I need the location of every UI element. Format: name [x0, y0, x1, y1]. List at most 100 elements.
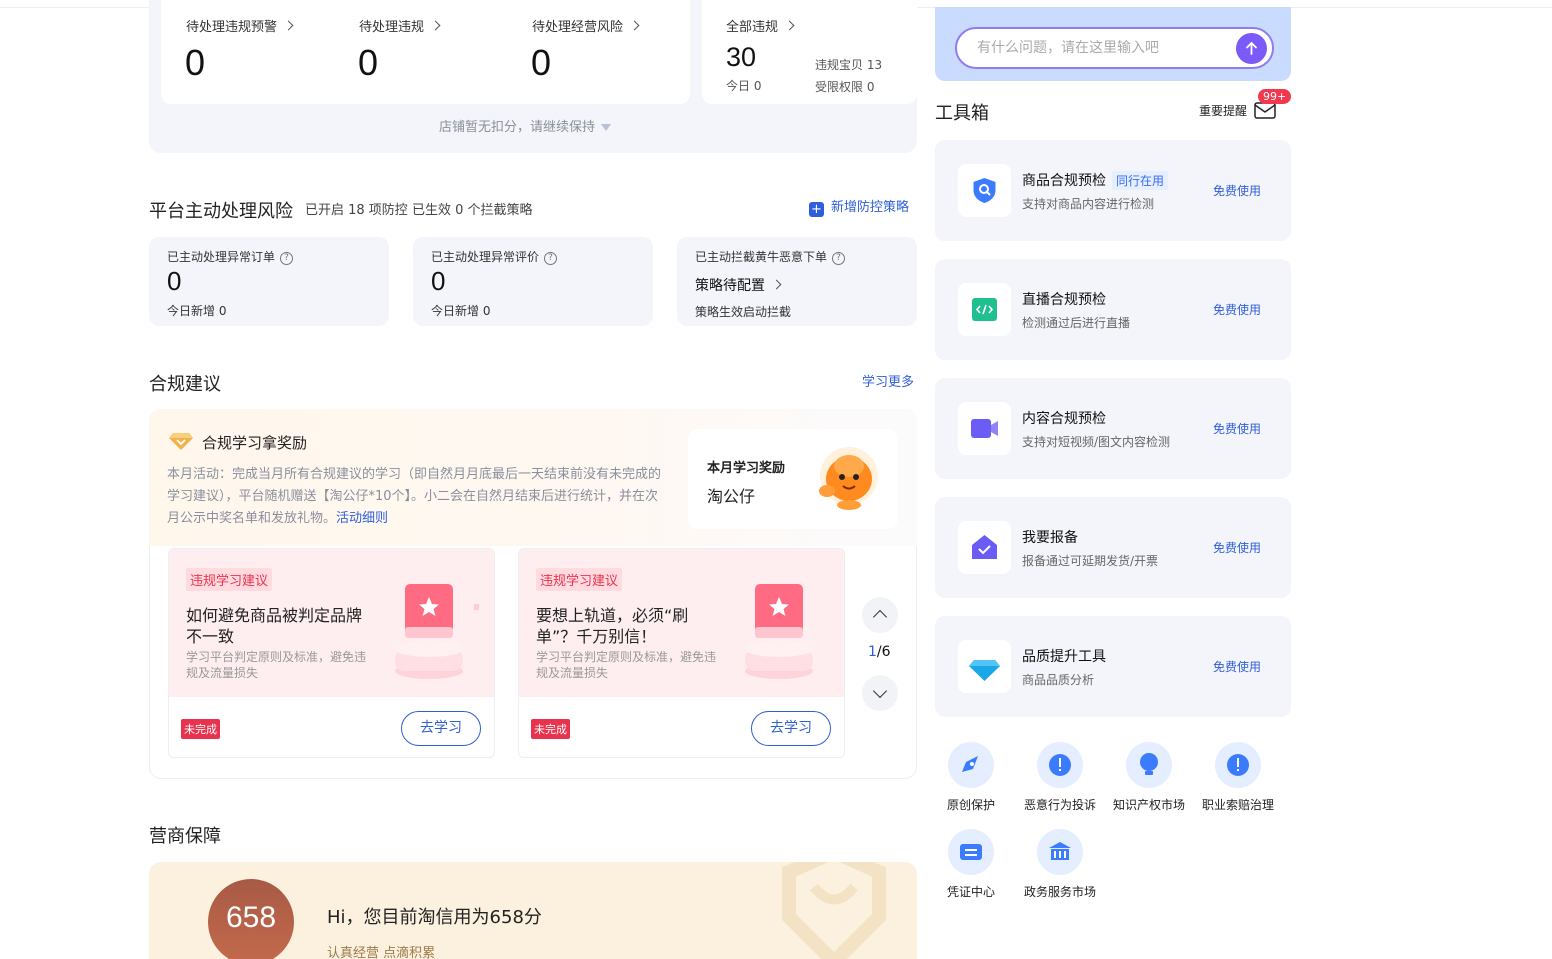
risk-card-scalpers-header: 已主动拦截黄牛恶意下单? — [695, 248, 846, 265]
activity-rules-link[interactable]: 活动细则 — [336, 511, 388, 526]
go-learn-button[interactable]: 去学习 — [401, 711, 481, 746]
book-icon — [744, 579, 834, 679]
caret-down-icon — [601, 124, 612, 131]
tool-live-check[interactable]: 直播合规预检 检测通过后进行直播 免费使用 — [935, 259, 1291, 360]
incomplete-badge: 未完成 — [531, 719, 570, 739]
help-icon[interactable]: ? — [832, 252, 846, 265]
credit-greeting: Hi，您目前淘信用为658分 — [327, 907, 542, 928]
quick-malicious-complaint[interactable]: 恶意行为投诉 — [1020, 742, 1100, 813]
free-use-link[interactable]: 免费使用 — [1213, 301, 1261, 318]
learning-card[interactable]: 违规学习建议 要想上轨道，必须“刷单”？千万别信！ 学习平台判定原则及标准，避免… — [518, 548, 845, 758]
diamond-icon — [169, 431, 193, 451]
assistant-input[interactable]: 有什么问题，请在这里输入吧 — [955, 27, 1274, 69]
help-icon[interactable]: ? — [280, 252, 294, 265]
free-use-link[interactable]: 免费使用 — [1213, 182, 1261, 199]
pending-violation-link[interactable]: 待处理违规 — [359, 16, 441, 35]
pending-risk-link[interactable]: 待处理经营风险 — [532, 16, 640, 35]
code-icon — [958, 283, 1011, 336]
pending-warning-link[interactable]: 待处理违规预警 — [186, 16, 294, 35]
tool-name: 品质提升工具 — [1022, 649, 1106, 665]
reward-title: 合规学习拿奖励 — [202, 434, 308, 452]
check-envelope-icon — [958, 521, 1011, 574]
pager-down-button[interactable] — [862, 675, 898, 711]
quick-ip-market[interactable]: 知识产权市场 — [1109, 742, 1189, 813]
tool-quality[interactable]: 品质提升工具 商品品质分析 免费使用 — [935, 616, 1291, 717]
chevron-right-icon — [784, 20, 795, 31]
tool-desc: 支持对短视频/图文内容检测 — [1022, 435, 1171, 449]
tool-name: 直播合规预检 — [1022, 292, 1106, 308]
pending-risk-label: 待处理经营风险 — [532, 20, 624, 35]
deduction-note[interactable]: 店铺暂无扣分，请继续保持 — [439, 116, 612, 135]
quick-claim-governance[interactable]: 职业索赔治理 — [1198, 742, 1278, 813]
quick-gov-service[interactable]: 政务服务市场 — [1020, 829, 1100, 900]
credit-panel: 658 Hi，您目前淘信用为658分 认真经营 点滴积累 — [149, 862, 917, 959]
learning-card[interactable]: 违规学习建议 如何避免商品被判定品牌不一致 学习平台判定原则及标准，避免违规及流… — [168, 548, 495, 758]
tool-content-check[interactable]: 内容合规预检 支持对短视频/图文内容检测 免费使用 — [935, 378, 1291, 479]
shield-search-icon — [958, 164, 1011, 217]
configure-strategy-link[interactable]: 策略待配置 — [695, 275, 782, 295]
limited-permissions-count: 受限权限 0 — [815, 80, 875, 94]
risk-card-orders-header: 已主动处理异常订单? — [167, 248, 294, 265]
quick-voucher-center[interactable]: 凭证中心 — [931, 829, 1011, 900]
learning-tag: 违规学习建议 — [536, 568, 623, 591]
learn-more-link[interactable]: 学习更多 — [862, 371, 914, 390]
video-icon — [958, 402, 1011, 455]
bank-icon — [1037, 829, 1083, 875]
compliance-title: 合规建议 — [149, 374, 221, 395]
free-use-link[interactable]: 免费使用 — [1213, 420, 1261, 437]
monthly-reward-value: 淘公仔 — [707, 487, 756, 506]
risk-card-orders-label: 已主动处理异常订单 — [167, 250, 276, 264]
reward-description: 本月活动：完成当月所有合规建议的学习（即自然月月底最后一天结束前没有未完成的学习… — [167, 464, 662, 530]
quick-label: 政务服务市场 — [1023, 885, 1096, 899]
quick-label: 职业索赔治理 — [1201, 798, 1274, 812]
alert-icon — [1037, 742, 1083, 788]
free-use-link[interactable]: 免费使用 — [1213, 539, 1261, 556]
free-use-link[interactable]: 免费使用 — [1213, 658, 1261, 675]
credit-score-badge: 658 — [208, 879, 294, 959]
pager-up-button[interactable] — [862, 597, 898, 633]
important-reminder-link[interactable]: 重要提醒 — [1199, 102, 1276, 119]
all-violations-link[interactable]: 全部违规 — [726, 16, 795, 35]
help-icon[interactable]: ? — [544, 252, 558, 265]
quick-label: 恶意行为投诉 — [1023, 798, 1096, 812]
risk-card-reviews-sub: 今日新增 0 — [431, 304, 491, 318]
watermark-icon — [782, 862, 886, 959]
go-learn-button[interactable]: 去学习 — [751, 711, 831, 746]
notification-badge: 99+ — [1258, 89, 1292, 104]
diamond-icon — [958, 640, 1011, 693]
peer-using-tag: 同行在用 — [1112, 171, 1169, 190]
mascot-image — [815, 446, 879, 512]
quick-label: 知识产权市场 — [1112, 798, 1185, 812]
tool-product-check[interactable]: 商品合规预检 同行在用 支持对商品内容进行检测 免费使用 — [935, 140, 1291, 241]
guarantee-title: 营商保障 — [149, 826, 221, 847]
chevron-right-icon — [771, 279, 782, 290]
all-violations-label: 全部违规 — [726, 20, 779, 35]
pager-current: 1 — [868, 644, 877, 660]
add-strategy-label: 新增防控策略 — [831, 200, 910, 215]
quick-label: 原创保护 — [946, 798, 995, 812]
tool-name: 商品合规预检 同行在用 — [1022, 170, 1169, 190]
alert-icon — [1215, 742, 1261, 788]
quick-original-protection[interactable]: 原创保护 — [931, 742, 1011, 813]
important-reminder-label: 重要提醒 — [1199, 104, 1248, 118]
tool-filing[interactable]: 我要报备 报备通过可延期发货/开票 免费使用 — [935, 497, 1291, 598]
chevron-right-icon — [283, 20, 294, 31]
toolbox-title: 工具箱 — [935, 103, 989, 124]
tool-desc: 报备通过可延期发货/开票 — [1022, 554, 1159, 568]
learning-desc: 学习平台判定原则及标准，避免违规及流量损失 — [186, 650, 367, 680]
add-strategy-button[interactable]: + 新增防控策略 — [809, 196, 909, 217]
pending-risk-value: 0 — [531, 42, 552, 83]
violating-items-count: 违规宝贝 13 — [815, 58, 883, 72]
chevron-right-icon — [430, 20, 441, 31]
deduction-note-text: 店铺暂无扣分，请继续保持 — [439, 120, 596, 135]
ticket-icon — [948, 829, 994, 875]
all-violations-value: 30 — [726, 42, 757, 72]
tool-name: 我要报备 — [1022, 530, 1078, 546]
pending-warning-label: 待处理违规预警 — [186, 20, 278, 35]
reward-description-text: 本月活动：完成当月所有合规建议的学习（即自然月月底最后一天结束前没有未完成的学习… — [167, 467, 662, 526]
book-icon — [359, 579, 484, 679]
pager-total: /6 — [876, 644, 891, 660]
pager-indicator: 1/6 — [868, 644, 891, 660]
credit-motto: 认真经营 点滴积累 — [327, 946, 436, 959]
send-button[interactable] — [1236, 33, 1267, 64]
